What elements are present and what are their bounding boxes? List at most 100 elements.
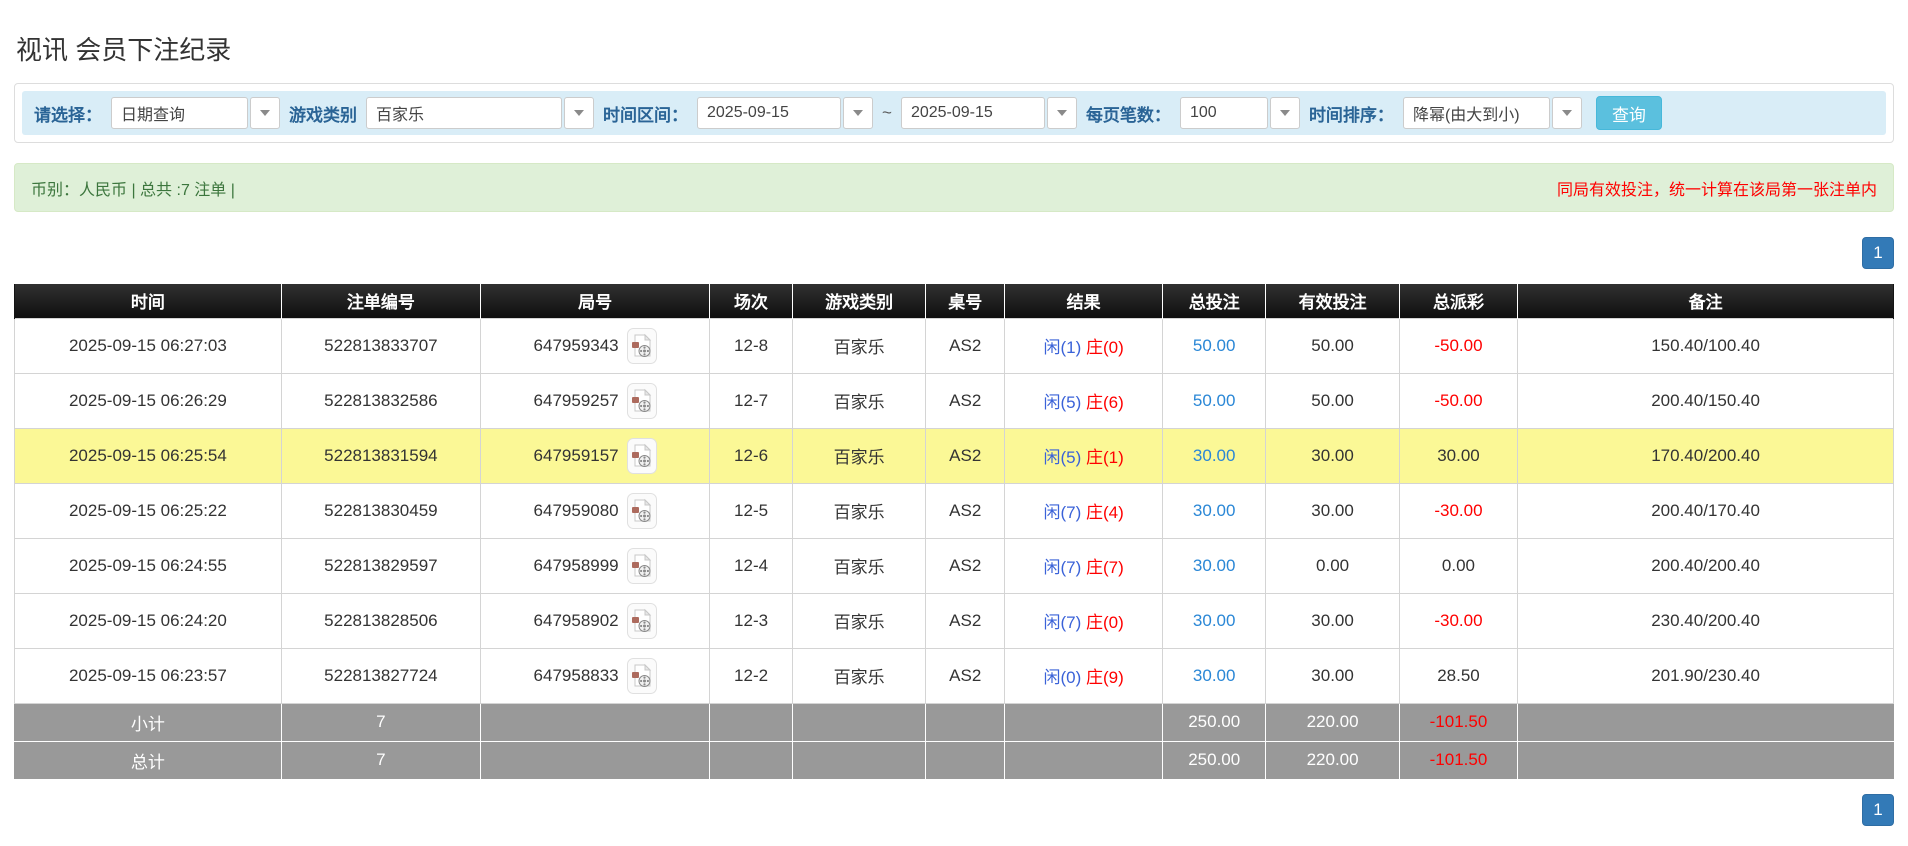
total-valid-bet-cell: 220.00 — [1265, 740, 1400, 780]
note-cell: 150.40/100.40 — [1517, 317, 1894, 374]
time-sort-dropdown-button[interactable] — [1551, 97, 1582, 129]
note-cell: 201.90/230.40 — [1517, 647, 1894, 704]
search-button[interactable]: 查询 — [1595, 96, 1662, 130]
total-bet-link[interactable]: 30.00 — [1193, 446, 1236, 465]
total-bet-link[interactable]: 50.00 — [1193, 336, 1236, 355]
video-file-icon — [626, 437, 657, 474]
video-replay-button[interactable] — [626, 657, 657, 694]
result-banker: 庄(9) — [1085, 668, 1124, 687]
table-no-cell: AS2 — [925, 482, 1006, 539]
col-header-bet-id: 注单编号 — [280, 284, 481, 318]
video-replay-button[interactable] — [626, 492, 657, 529]
bet-id-cell: 522813831594 — [280, 427, 481, 484]
date-from-input[interactable] — [697, 97, 841, 129]
valid-bet-cell: 30.00 — [1265, 482, 1400, 539]
select-mode-label: 请选择： — [34, 105, 102, 125]
result-banker: 庄(4) — [1085, 503, 1124, 522]
result-banker: 庄(0) — [1085, 613, 1124, 632]
time-cell: 2025-09-15 06:25:22 — [14, 482, 282, 539]
round-number: 647958833 — [533, 665, 619, 685]
game-type-cell: 百家乐 — [791, 372, 927, 429]
empty-cell — [1517, 740, 1894, 780]
table-body: 2025-09-15 06:27:03 522813833707 647959343… — [14, 317, 1894, 780]
pagination-top: 1 — [14, 237, 1894, 269]
table-row: 2025-09-15 06:25:54 522813831594 647959157… — [14, 427, 1894, 484]
date-from-dropdown-button[interactable] — [843, 97, 873, 129]
col-header-result: 结果 — [1004, 284, 1164, 318]
date-range-separator: ~ — [882, 103, 892, 122]
table-no-cell: AS2 — [925, 592, 1006, 649]
payout-cell: -30.00 — [1398, 482, 1519, 539]
result-banker: 庄(1) — [1085, 448, 1124, 467]
bet-id-cell: 522813827724 — [280, 647, 481, 704]
video-replay-button[interactable] — [626, 327, 657, 364]
total-bet-cell: 30.00 — [1162, 647, 1267, 704]
time-cell: 2025-09-15 06:27:03 — [14, 317, 282, 374]
date-to-dropdown-button[interactable] — [1046, 97, 1077, 129]
total-bet-link[interactable]: 30.00 — [1193, 501, 1236, 520]
time-cell: 2025-09-15 06:25:54 — [14, 427, 282, 484]
payout-cell: 28.50 — [1398, 647, 1519, 704]
game-type-cell: 百家乐 — [791, 427, 927, 484]
result-cell: 闲(0) 庄(9) — [1004, 647, 1164, 704]
video-replay-button[interactable] — [626, 437, 657, 474]
result-player: 闲(7) — [1043, 558, 1082, 577]
total-bet-link[interactable]: 50.00 — [1193, 391, 1236, 410]
round-cell: 647959157 — [479, 427, 711, 484]
chevron-down-icon — [260, 110, 270, 116]
per-page-dropdown-button[interactable] — [1269, 97, 1300, 129]
table-no-cell: AS2 — [925, 372, 1006, 429]
per-page-label: 每页笔数： — [1085, 105, 1171, 125]
session-cell: 12-4 — [709, 537, 793, 594]
total-bet-link[interactable]: 30.00 — [1193, 666, 1236, 685]
result-cell: 闲(5) 庄(1) — [1004, 427, 1164, 484]
date-to-combo — [900, 97, 1077, 129]
time-sort-input[interactable] — [1402, 97, 1550, 129]
game-type-dropdown-button[interactable] — [564, 97, 594, 129]
pagination-bottom: 1 — [14, 793, 1894, 826]
col-header-round: 局号 — [479, 284, 711, 318]
chevron-down-icon — [1056, 110, 1067, 116]
col-header-total-bet: 总投注 — [1162, 284, 1267, 318]
select-mode-dropdown-button[interactable] — [250, 97, 280, 129]
total-bet-cell: 30.00 — [1162, 537, 1267, 594]
video-replay-button[interactable] — [626, 602, 657, 639]
video-file-icon — [626, 492, 657, 529]
page-button-1[interactable]: 1 — [1862, 793, 1894, 826]
col-header-note: 备注 — [1517, 284, 1894, 318]
result-cell: 闲(5) 庄(6) — [1004, 372, 1164, 429]
game-type-label: 游戏类别 — [289, 105, 357, 125]
note-cell: 200.40/200.40 — [1517, 537, 1894, 594]
game-type-input[interactable] — [366, 97, 562, 129]
round-number: 647959080 — [533, 500, 619, 520]
currency-summary-text: 币别：人民币 | 总共 :7 注单 | — [31, 181, 235, 199]
round-number: 647958999 — [533, 555, 619, 575]
col-header-payout: 总派彩 — [1398, 284, 1519, 318]
empty-cell — [1004, 702, 1164, 742]
empty-cell — [1517, 702, 1894, 742]
total-label-cell: 总计 — [14, 740, 282, 780]
bet-id-cell: 522813833707 — [280, 317, 481, 374]
game-type-cell: 百家乐 — [791, 647, 927, 704]
time-cell: 2025-09-15 06:24:55 — [14, 537, 282, 594]
total-bet-link[interactable]: 30.00 — [1193, 556, 1236, 575]
time-sort-label: 时间排序： — [1308, 105, 1394, 125]
result-player: 闲(7) — [1043, 503, 1082, 522]
session-cell: 12-6 — [709, 427, 793, 484]
video-replay-button[interactable] — [626, 382, 657, 419]
select-mode-input[interactable] — [111, 97, 248, 129]
video-replay-button[interactable] — [626, 547, 657, 584]
time-cell: 2025-09-15 06:23:57 — [14, 647, 282, 704]
total-bet-cell: 50.00 — [1162, 317, 1267, 374]
game-type-combo — [366, 97, 594, 129]
date-range-label: 时间区间： — [603, 105, 688, 125]
total-bet-link[interactable]: 30.00 — [1193, 611, 1236, 630]
per-page-input[interactable] — [1179, 97, 1268, 129]
date-to-input[interactable] — [900, 97, 1045, 129]
col-header-game-type: 游戏类别 — [791, 284, 927, 318]
page-root: 视讯 会员下注纪录 请选择： 游戏类别 时间区间： ~ 每 — [0, 0, 1908, 846]
bet-id-cell: 522813830459 — [280, 482, 481, 539]
payout-cell: 0.00 — [1398, 537, 1519, 594]
valid-bet-cell: 50.00 — [1265, 372, 1400, 429]
page-button-1[interactable]: 1 — [1862, 237, 1894, 269]
